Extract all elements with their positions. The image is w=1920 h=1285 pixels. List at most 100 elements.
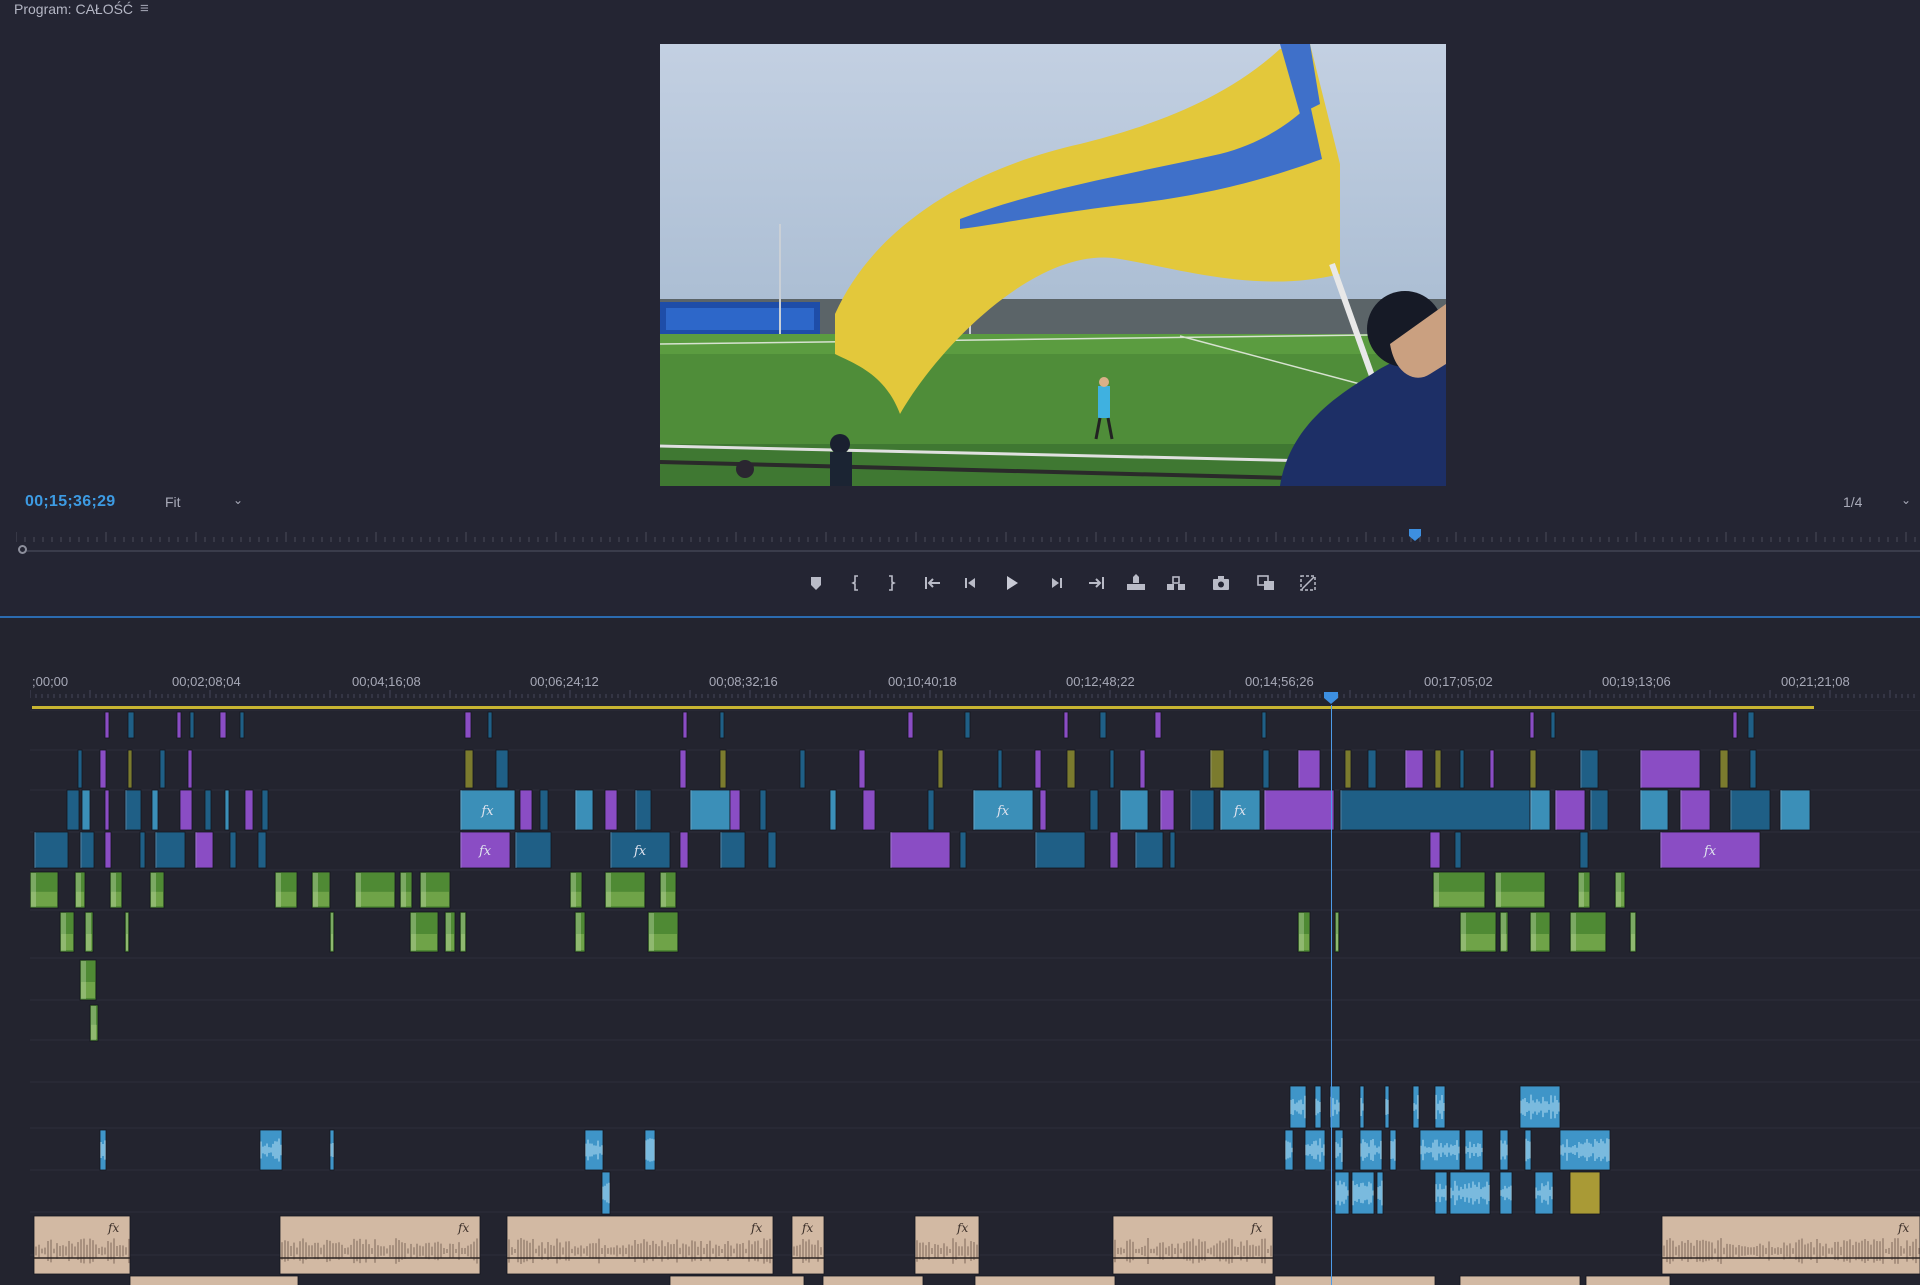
video-clip[interactable] — [1529, 711, 1535, 739]
video-clip[interactable] — [139, 831, 146, 869]
video-clip[interactable] — [1066, 749, 1076, 789]
video-clip[interactable] — [1189, 789, 1215, 831]
video-clip[interactable] — [159, 749, 166, 789]
video-clip[interactable] — [959, 831, 967, 869]
program-timecode[interactable]: 00;15;36;29 — [25, 493, 115, 511]
video-clip[interactable] — [1209, 749, 1225, 789]
go-to-out-button[interactable] — [1085, 572, 1107, 596]
music-clip[interactable] — [1274, 1275, 1436, 1285]
video-clip[interactable] — [1154, 711, 1162, 739]
audio-clip[interactable] — [84, 911, 94, 953]
audio-clip[interactable] — [1334, 911, 1340, 953]
video-clip[interactable] — [187, 749, 193, 789]
music-clip[interactable]: fx — [279, 1215, 481, 1275]
video-clip[interactable] — [1261, 711, 1267, 739]
video-clip[interactable] — [464, 749, 474, 789]
video-clip[interactable] — [1779, 789, 1811, 831]
video-clip[interactable] — [1639, 749, 1701, 789]
play-button[interactable] — [1000, 572, 1022, 596]
video-clip[interactable] — [1749, 749, 1757, 789]
audio-clip[interactable] — [259, 1129, 283, 1171]
video-clip[interactable] — [1263, 789, 1335, 831]
music-clip[interactable]: fx — [33, 1215, 131, 1275]
video-clip[interactable] — [189, 711, 195, 739]
audio-clip[interactable] — [1519, 1085, 1561, 1129]
audio-clip[interactable] — [1529, 911, 1551, 953]
video-clip[interactable]: fx — [459, 789, 516, 831]
video-clip[interactable] — [204, 789, 212, 831]
video-clip[interactable] — [799, 749, 806, 789]
video-clip[interactable] — [719, 831, 746, 869]
video-clip[interactable]: fx — [609, 831, 671, 869]
video-clip[interactable] — [1429, 831, 1441, 869]
music-clip[interactable]: fx — [506, 1215, 774, 1275]
video-clip[interactable] — [1679, 789, 1711, 831]
video-clip[interactable] — [151, 789, 159, 831]
video-clip[interactable]: fx — [1219, 789, 1261, 831]
video-clip[interactable] — [1489, 749, 1495, 789]
video-clip[interactable] — [927, 789, 935, 831]
hamburger-menu-icon[interactable]: ≡ — [140, 0, 149, 17]
audio-clip[interactable] — [99, 1129, 107, 1171]
zoom-level-select[interactable]: Fit ⌄ — [165, 493, 243, 512]
video-clip[interactable] — [1344, 749, 1352, 789]
playback-resolution-select[interactable]: 1/4 ⌄ — [1843, 493, 1911, 512]
audio-clip[interactable] — [1412, 1085, 1420, 1129]
video-clip[interactable] — [829, 789, 837, 831]
video-clip[interactable] — [124, 789, 142, 831]
video-clip[interactable] — [261, 789, 269, 831]
step-back-button[interactable] — [960, 572, 982, 596]
video-clip[interactable] — [99, 749, 107, 789]
video-clip[interactable] — [574, 789, 594, 831]
add-marker-button[interactable] — [805, 572, 827, 596]
audio-clip[interactable] — [399, 871, 413, 909]
video-clip[interactable] — [33, 831, 69, 869]
audio-clip[interactable] — [1577, 871, 1591, 909]
video-clip[interactable] — [1034, 749, 1042, 789]
video-clip[interactable] — [194, 831, 214, 869]
video-clip[interactable] — [1099, 711, 1107, 739]
video-clip[interactable] — [154, 831, 186, 869]
audio-clip[interactable] — [1434, 1171, 1448, 1215]
video-clip[interactable] — [179, 789, 193, 831]
video-clip[interactable] — [1404, 749, 1424, 789]
video-clip[interactable] — [224, 789, 230, 831]
video-clip[interactable] — [1732, 711, 1738, 739]
audio-clip[interactable] — [1376, 1171, 1384, 1215]
audio-clip[interactable] — [1499, 1129, 1509, 1171]
video-clip[interactable] — [1589, 789, 1609, 831]
audio-clip[interactable] — [1334, 1171, 1350, 1215]
audio-clip[interactable] — [1569, 1171, 1601, 1215]
music-clip[interactable] — [974, 1275, 1116, 1285]
video-clip[interactable] — [1459, 749, 1465, 789]
video-clip[interactable] — [1134, 831, 1164, 869]
timeline-playhead-icon[interactable] — [1323, 691, 1339, 705]
video-clip[interactable] — [229, 831, 237, 869]
mark-out-button[interactable] — [880, 572, 902, 596]
audio-clip[interactable] — [109, 871, 123, 909]
video-clip[interactable] — [997, 749, 1003, 789]
audio-clip[interactable] — [601, 1171, 611, 1215]
audio-clip[interactable] — [1359, 1085, 1365, 1129]
audio-clip[interactable] — [1559, 1129, 1611, 1171]
extract-button[interactable] — [1165, 572, 1187, 596]
video-clip[interactable] — [729, 789, 741, 831]
audio-clip[interactable] — [1351, 1171, 1375, 1215]
video-clip[interactable] — [858, 749, 866, 789]
video-clip[interactable] — [239, 711, 245, 739]
video-clip[interactable] — [77, 749, 83, 789]
video-clip[interactable] — [682, 711, 688, 739]
audio-clip[interactable] — [574, 911, 586, 953]
video-clip[interactable] — [519, 789, 533, 831]
video-clip[interactable] — [719, 711, 725, 739]
audio-clip[interactable] — [89, 1004, 99, 1042]
audio-clip[interactable] — [1629, 911, 1637, 953]
audio-clip[interactable] — [59, 911, 75, 953]
monitor-time-ruler[interactable] — [16, 530, 1920, 544]
video-clip[interactable] — [719, 749, 727, 789]
video-clip[interactable] — [104, 711, 110, 739]
audio-clip[interactable] — [1389, 1129, 1397, 1171]
video-clip[interactable] — [604, 789, 618, 831]
video-clip[interactable] — [539, 789, 549, 831]
audio-clip[interactable] — [1499, 1171, 1513, 1215]
